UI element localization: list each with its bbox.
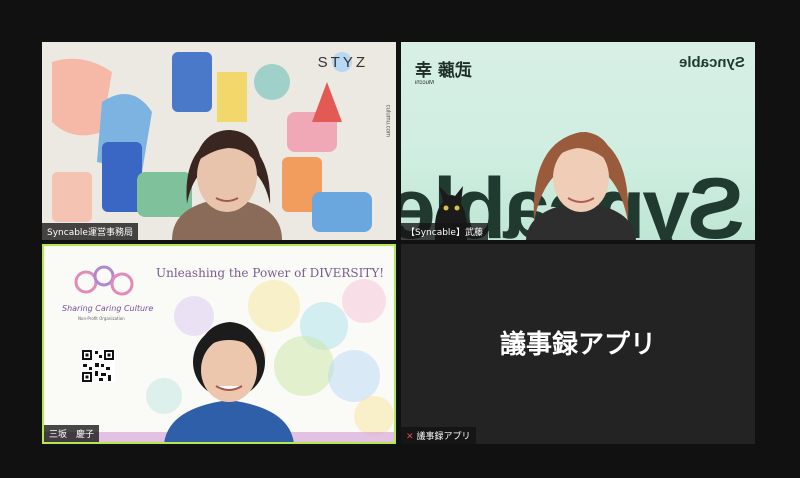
syncable-logo: Syncable <box>679 54 745 71</box>
video-tile-4[interactable]: 議事録アプリ ✕ 議事録アプリ <box>401 244 755 444</box>
mic-muted-icon: ✕ <box>406 432 414 442</box>
video-tile-3[interactable]: Sharing Caring Culture Non-Profit Organi… <box>42 244 396 444</box>
participant-name-2: 【Syncable】武藤 <box>401 223 488 240</box>
url-text: culumu.com <box>384 104 390 137</box>
nickname: Mucchi <box>415 80 435 86</box>
diversity-banner: Unleashing the Power of DIVERSITY! <box>156 266 385 280</box>
participant-video-2 <box>526 132 636 240</box>
video-tile-1[interactable]: STYZ culumu.com Syncable運営事務局 <box>42 42 396 240</box>
participant-name-3: 三坂 慶子 <box>44 425 100 442</box>
participant-name-1: Syncable運営事務局 <box>42 223 138 240</box>
scc-logo-icon <box>74 265 134 296</box>
participant-video-1 <box>172 130 282 240</box>
styz-logo: STYZ <box>317 54 368 71</box>
participant-video-3 <box>164 322 294 442</box>
scc-subtitle: Non-Profit Organization <box>78 316 125 321</box>
scc-title: Sharing Caring Culture <box>62 304 154 313</box>
participant-name-4: ✕ 議事録アプリ <box>401 427 476 444</box>
participant-display-name: 議事録アプリ <box>499 330 656 360</box>
name-logo: 武藤 幸 <box>415 61 472 81</box>
video-tile-2[interactable]: Syncable 武藤 幸 Mucchi Syncable 【Syncable】… <box>401 42 755 240</box>
qr-code-image <box>81 349 115 383</box>
